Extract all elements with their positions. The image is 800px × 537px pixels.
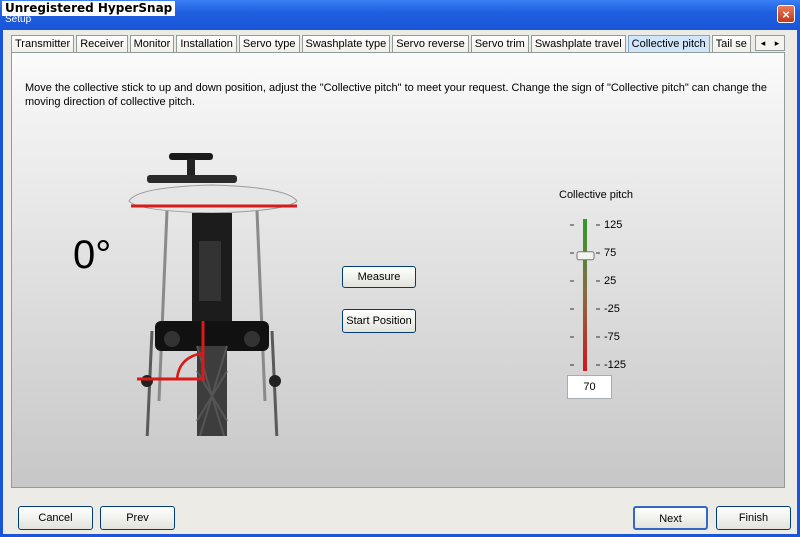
slider-ticks-right [596, 224, 600, 366]
tick-label-minus-25: -25 [604, 303, 620, 315]
tab-transmitter[interactable]: Transmitter [11, 35, 75, 52]
close-button[interactable]: × [777, 5, 795, 23]
tab-servo-trim[interactable]: Servo trim [470, 35, 529, 52]
collective-pitch-panel: Move the collective stick to up and down… [11, 52, 785, 488]
tick-label-25: 25 [604, 275, 617, 287]
collective-pitch-slider[interactable] [12, 53, 786, 489]
tab-scroll-left-icon[interactable]: ◂ [756, 36, 770, 50]
slider-thumb [576, 251, 595, 261]
tick-label-75: 75 [604, 247, 617, 259]
slider-track [583, 219, 587, 371]
tab-servo-type[interactable]: Servo type [238, 35, 300, 52]
next-button[interactable]: Next [633, 506, 708, 530]
tab-collective-pitch[interactable]: Collective pitch [627, 35, 710, 52]
tab-strip: Transmitter Receiver Monitor Installation Se… [11, 35, 759, 53]
slider-ticks-left [570, 224, 574, 366]
tab-servo-reverse[interactable]: Servo reverse [392, 35, 469, 52]
tab-swashplate-travel[interactable]: Swashplate travel [530, 35, 626, 52]
hypersnap-watermark: Unregistered HyperSnap [2, 1, 176, 16]
tick-label-minus-75: -75 [604, 331, 620, 343]
tab-scroll-right-icon[interactable]: ▸ [770, 36, 784, 50]
cancel-button[interactable]: Cancel [18, 506, 93, 530]
tick-label-minus-125: -125 [604, 359, 627, 371]
collective-pitch-value-field[interactable]: 70 [567, 375, 612, 399]
tab-scroll-buttons: ◂ ▸ [755, 35, 785, 51]
finish-button[interactable]: Finish [716, 506, 791, 530]
tab-monitor[interactable]: Monitor [129, 35, 175, 52]
tick-label-125: 125 [604, 219, 623, 231]
tab-tail-setup[interactable]: Tail se [711, 35, 751, 52]
tab-swashplate-type[interactable]: Swashplate type [301, 35, 391, 52]
prev-button[interactable]: Prev [100, 506, 175, 530]
tab-receiver[interactable]: Receiver [76, 35, 128, 52]
tab-installation[interactable]: Installation [176, 35, 237, 52]
title-bar: Setup Unregistered HyperSnap × [0, 0, 800, 30]
